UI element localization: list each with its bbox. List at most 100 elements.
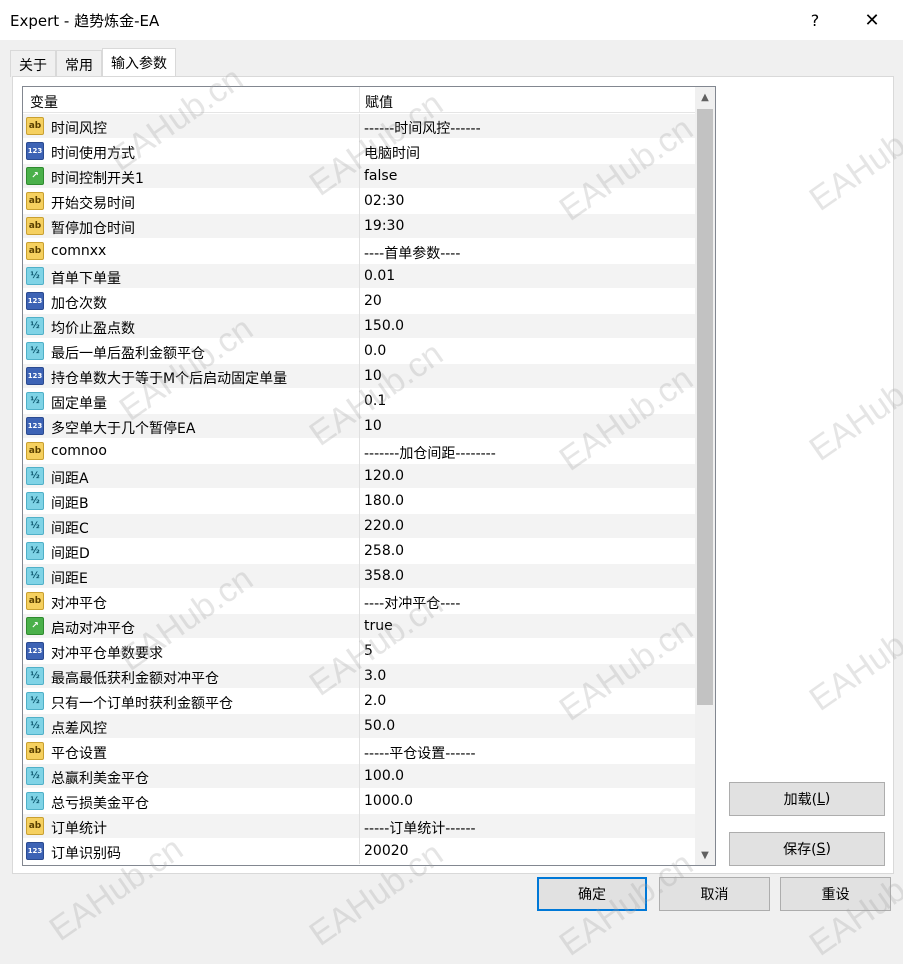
save-button[interactable]: 保存(S) — [729, 832, 885, 866]
param-value[interactable]: 1000.0 — [364, 793, 413, 809]
param-value[interactable]: 电脑时间 — [364, 143, 420, 163]
param-value[interactable]: -----订单统计------ — [364, 818, 476, 838]
param-value[interactable]: 02:30 — [364, 193, 404, 209]
param-value[interactable]: 10 — [364, 368, 382, 384]
param-value[interactable]: 358.0 — [364, 568, 404, 584]
help-button[interactable]: ? — [790, 0, 840, 40]
param-type-str-icon: ab — [26, 217, 44, 235]
param-value[interactable]: 180.0 — [364, 493, 404, 509]
cancel-button[interactable]: 取消 — [659, 877, 770, 911]
table-row[interactable]: 123 订单识别码 20020 — [23, 839, 695, 864]
scroll-up-arrow-icon[interactable]: ▲ — [695, 87, 715, 107]
table-row[interactable]: ½ 点差风控 50.0 — [23, 714, 695, 739]
table-row[interactable]: ab 时间风控 ------时间风控------ — [23, 114, 695, 139]
param-value[interactable]: 0.0 — [364, 343, 386, 359]
param-value[interactable]: 258.0 — [364, 543, 404, 559]
table-row[interactable]: ½ 总赢利美金平仓 100.0 — [23, 764, 695, 789]
param-value[interactable]: 0.1 — [364, 393, 386, 409]
param-type-dbl-icon: ½ — [26, 792, 44, 810]
param-value[interactable]: 19:30 — [364, 218, 404, 234]
table-row[interactable]: ½ 固定单量 0.1 — [23, 389, 695, 414]
close-button[interactable]: ✕ — [846, 0, 898, 40]
scroll-thumb[interactable] — [697, 109, 713, 705]
param-type-dbl-icon: ½ — [26, 267, 44, 285]
table-row[interactable]: 123 加仓次数 20 — [23, 289, 695, 314]
table-row[interactable]: ½ 只有一个订单时获利金额平仓 2.0 — [23, 689, 695, 714]
param-value[interactable]: 20020 — [364, 843, 409, 859]
ok-button[interactable]: 确定 — [537, 877, 647, 911]
param-value[interactable]: false — [364, 168, 397, 184]
param-value[interactable]: ----对冲平仓---- — [364, 593, 460, 613]
cell-divider — [359, 739, 360, 764]
table-row[interactable]: ½ 间距B 180.0 — [23, 489, 695, 514]
param-type-int-icon: 123 — [26, 417, 44, 435]
vertical-scrollbar[interactable]: ▲ ▼ — [695, 87, 715, 865]
table-row[interactable]: ab 平仓设置 -----平仓设置------ — [23, 739, 695, 764]
table-row[interactable]: ½ 总亏损美金平仓 1000.0 — [23, 789, 695, 814]
param-type-dbl-icon: ½ — [26, 392, 44, 410]
param-value[interactable]: 50.0 — [364, 718, 395, 734]
table-row[interactable]: ab 暂停加仓时间 19:30 — [23, 214, 695, 239]
param-type-dbl-icon: ½ — [26, 567, 44, 585]
param-value[interactable]: ----首单参数---- — [364, 243, 460, 263]
table-row[interactable]: ab comnxx ----首单参数---- — [23, 239, 695, 264]
param-value[interactable]: true — [364, 618, 393, 634]
param-name: comnoo — [51, 443, 107, 459]
cell-divider — [359, 764, 360, 789]
param-value[interactable]: 0.01 — [364, 268, 395, 284]
param-value[interactable]: 5 — [364, 643, 373, 659]
param-value[interactable]: 150.0 — [364, 318, 404, 334]
table-row[interactable]: ab 对冲平仓 ----对冲平仓---- — [23, 589, 695, 614]
param-type-str-icon: ab — [26, 442, 44, 460]
reset-button[interactable]: 重设 — [780, 877, 891, 911]
param-value[interactable]: -------加仓间距-------- — [364, 443, 496, 463]
load-button[interactable]: 加载(L) — [729, 782, 885, 816]
param-value[interactable]: 100.0 — [364, 768, 404, 784]
cell-divider — [359, 214, 360, 239]
table-row[interactable]: ½ 间距E 358.0 — [23, 564, 695, 589]
cell-divider — [359, 639, 360, 664]
table-row[interactable]: 123 对冲平仓单数要求 5 — [23, 639, 695, 664]
table-row[interactable]: ab comnoo -------加仓间距-------- — [23, 439, 695, 464]
param-value[interactable]: ------时间风控------ — [364, 118, 481, 138]
param-value[interactable]: 20 — [364, 293, 382, 309]
cell-divider — [359, 439, 360, 464]
param-value[interactable]: 220.0 — [364, 518, 404, 534]
param-value[interactable]: -----平仓设置------ — [364, 743, 476, 763]
tab-inputs[interactable]: 输入参数 — [102, 48, 176, 78]
param-name: 对冲平仓单数要求 — [51, 646, 163, 662]
table-row[interactable]: ↗ 时间控制开关1 false — [23, 164, 695, 189]
table-row[interactable]: ½ 间距D 258.0 — [23, 539, 695, 564]
tab-about[interactable]: 关于 — [10, 50, 56, 77]
table-row[interactable]: ab 订单统计 -----订单统计------ — [23, 814, 695, 839]
table-row[interactable]: ½ 最高最低获利金额对冲平仓 3.0 — [23, 664, 695, 689]
column-header-value[interactable]: 赋值 — [365, 92, 393, 112]
table-row[interactable]: 123 持仓单数大于等于M个后启动固定单量 10 — [23, 364, 695, 389]
param-value[interactable]: 2.0 — [364, 693, 386, 709]
param-type-dbl-icon: ½ — [26, 317, 44, 335]
table-row[interactable]: ½ 间距A 120.0 — [23, 464, 695, 489]
cell-divider — [359, 189, 360, 214]
column-divider[interactable] — [359, 87, 360, 113]
param-type-bool-icon: ↗ — [26, 617, 44, 635]
table-row[interactable]: 123 时间使用方式 电脑时间 — [23, 139, 695, 164]
param-value[interactable]: 10 — [364, 418, 382, 434]
cell-divider — [359, 789, 360, 814]
param-name: 时间风控 — [51, 121, 107, 137]
param-name: 间距D — [51, 546, 90, 562]
table-row[interactable]: ab 开始交易时间 02:30 — [23, 189, 695, 214]
param-value[interactable]: 120.0 — [364, 468, 404, 484]
save-label: 保存( — [783, 842, 817, 858]
param-type-int-icon: 123 — [26, 367, 44, 385]
table-row[interactable]: ↗ 启动对冲平仓 true — [23, 614, 695, 639]
table-row[interactable]: 123 多空单大于几个暂停EA 10 — [23, 414, 695, 439]
tab-common[interactable]: 常用 — [56, 50, 102, 77]
column-header-variable[interactable]: 变量 — [30, 92, 58, 112]
table-row[interactable]: ½ 间距C 220.0 — [23, 514, 695, 539]
table-row[interactable]: ½ 首单下单量 0.01 — [23, 264, 695, 289]
table-row[interactable]: ½ 均价止盈点数 150.0 — [23, 314, 695, 339]
param-name: 启动对冲平仓 — [51, 621, 135, 637]
param-value[interactable]: 3.0 — [364, 668, 386, 684]
table-row[interactable]: ½ 最后一单后盈利金额平仓 0.0 — [23, 339, 695, 364]
scroll-down-arrow-icon[interactable]: ▼ — [695, 845, 715, 865]
